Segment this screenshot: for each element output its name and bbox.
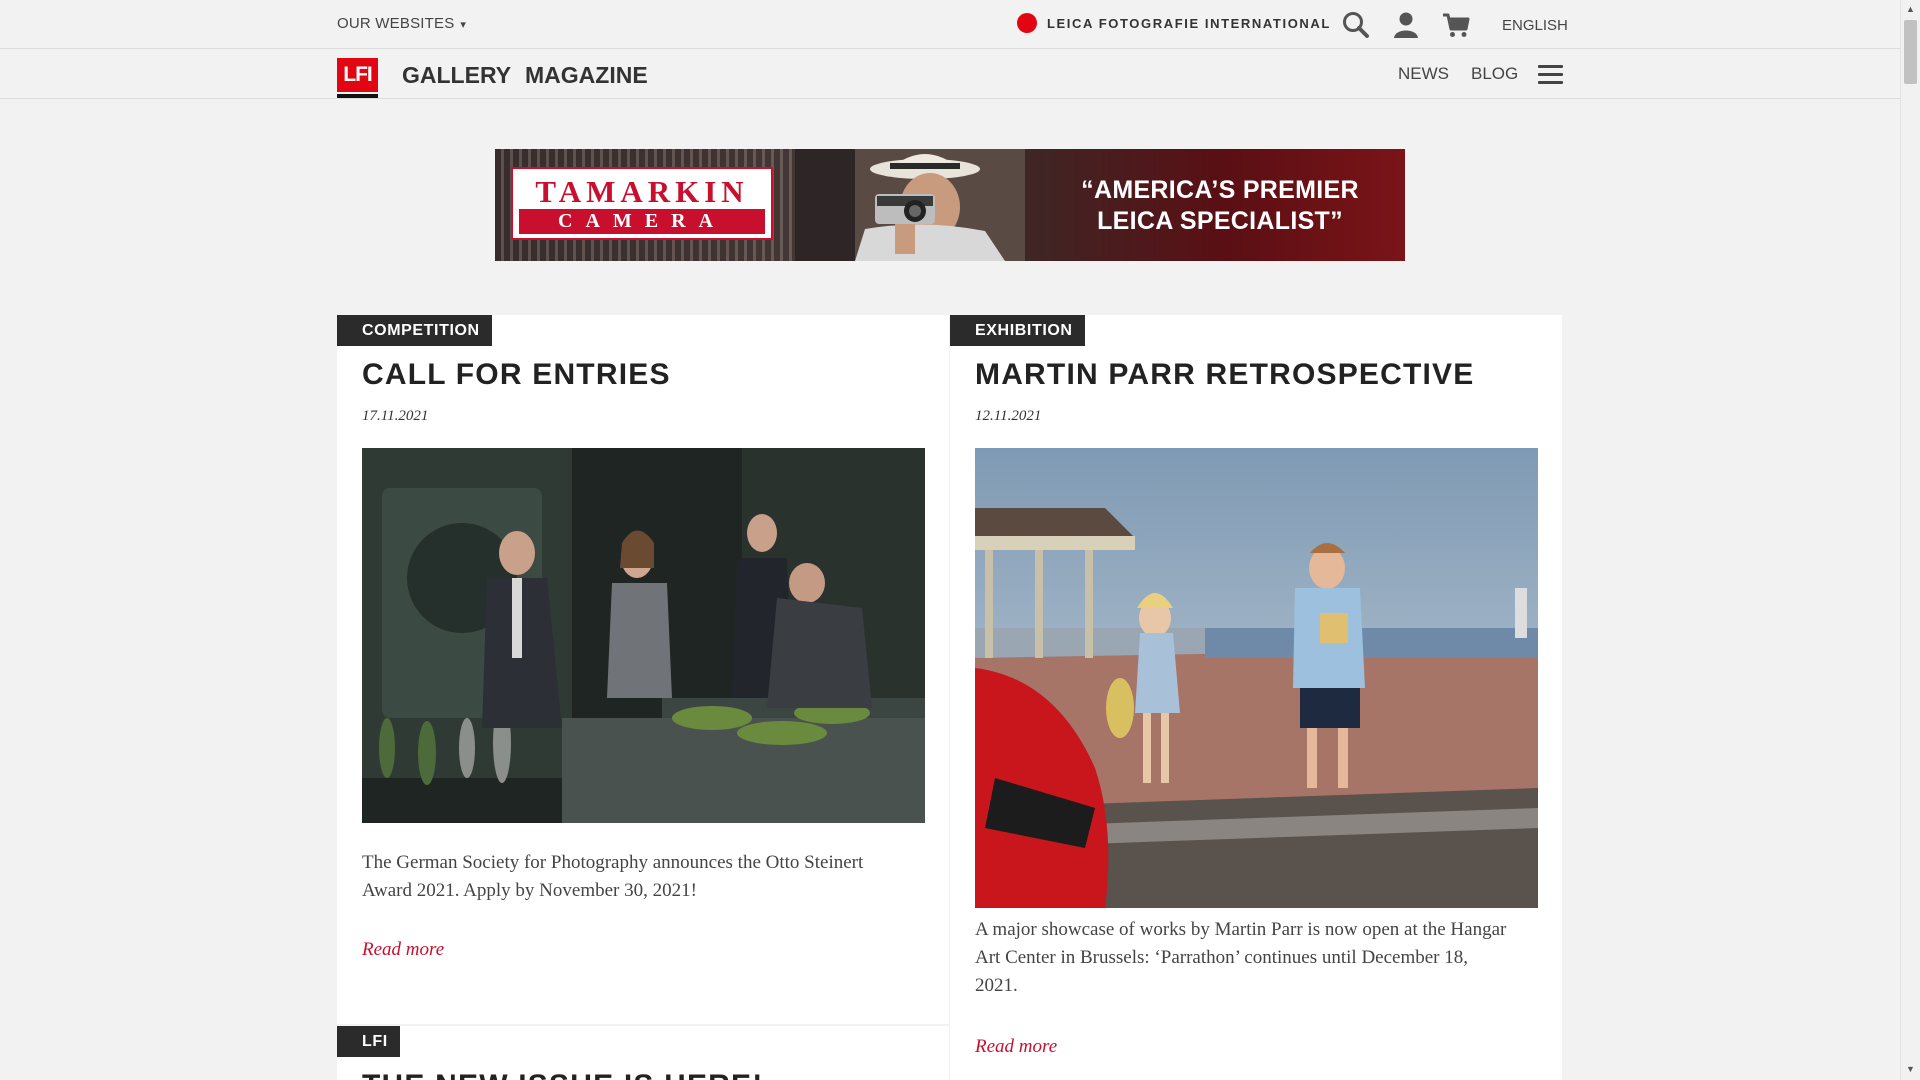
lfi-international-label: LEICA FOTOGRAFIE INTERNATIONAL bbox=[1047, 15, 1331, 31]
article-excerpt: A major showcase of works by Martin Parr… bbox=[975, 919, 1507, 996]
article-title[interactable]: THE NEW ISSUE IS HERE! bbox=[362, 1069, 763, 1080]
chevron-down-icon: ▾ bbox=[460, 19, 467, 31]
banner-slogan: “AMERICA’S PREMIER LEICA SPECIALIST” bbox=[1055, 175, 1385, 237]
read-more-link[interactable]: Read more bbox=[975, 1036, 1057, 1058]
read-more-link[interactable]: Read more bbox=[362, 939, 444, 961]
photographer-image bbox=[795, 149, 1025, 261]
lfi-logo[interactable]: LFI bbox=[337, 58, 378, 99]
ad-banner[interactable]: TAMARKIN CAMERA “AMERICA’S PREMIER LEICA… bbox=[495, 149, 1405, 261]
scroll-down-icon[interactable]: ▼ bbox=[1906, 1064, 1915, 1074]
language-selector[interactable]: ENGLISH bbox=[1502, 17, 1568, 34]
lfi-international-link[interactable]: LEICA FOTOGRAFIE INTERNATIONAL bbox=[1017, 13, 1331, 33]
search-icon[interactable] bbox=[1341, 10, 1371, 40]
our-websites-dropdown[interactable]: OUR WEBSITES ▾ bbox=[337, 15, 466, 32]
article-title[interactable]: MARTIN PARR RETROSPECTIVE bbox=[975, 358, 1474, 392]
scrollbar-thumb[interactable] bbox=[1904, 20, 1917, 84]
nav-blog[interactable]: BLOG bbox=[1471, 64, 1518, 84]
article-image[interactable] bbox=[975, 448, 1538, 908]
article-date: 17.11.2021 bbox=[362, 408, 429, 424]
hamburger-menu-icon[interactable] bbox=[1538, 65, 1563, 85]
logo-underline bbox=[337, 94, 378, 98]
top-bar: OUR WEBSITES ▾ LEICA FOTOGRAFIE INTERNATI… bbox=[0, 0, 1900, 49]
article-date: 12.11.2021 bbox=[975, 408, 1042, 424]
category-tag[interactable]: EXHIBITION bbox=[950, 315, 1085, 346]
nav-gallery[interactable]: GALLERY bbox=[402, 62, 511, 89]
tamarkin-brand-bottom: CAMERA bbox=[519, 209, 765, 234]
tamarkin-brand-top: TAMARKIN bbox=[535, 174, 749, 209]
scroll-up-icon[interactable]: ▲ bbox=[1906, 4, 1915, 14]
nav-magazine[interactable]: MAGAZINE bbox=[525, 62, 648, 89]
slogan-line-1: “AMERICA’S PREMIER bbox=[1081, 176, 1359, 204]
slogan-line-2: LEICA SPECIALIST” bbox=[1097, 207, 1343, 235]
main-nav: LFI GALLERY MAGAZINE NEWS BLOG bbox=[0, 50, 1900, 99]
article-card-3: LFI THE NEW ISSUE IS HERE! bbox=[337, 1026, 949, 1080]
user-icon[interactable] bbox=[1391, 10, 1421, 40]
tamarkin-logo: TAMARKIN CAMERA bbox=[511, 167, 773, 240]
category-tag[interactable]: COMPETITION bbox=[337, 315, 492, 346]
our-websites-label: OUR WEBSITES bbox=[337, 15, 455, 32]
category-tag[interactable]: LFI bbox=[337, 1026, 400, 1057]
article-image[interactable] bbox=[362, 448, 925, 823]
article-title[interactable]: CALL FOR ENTRIES bbox=[362, 358, 671, 392]
cart-icon[interactable] bbox=[1441, 10, 1471, 40]
article-card-2: EXHIBITION MARTIN PARR RETROSPECTIVE 12.… bbox=[950, 315, 1562, 1080]
leica-dot-icon bbox=[1017, 13, 1037, 33]
nav-news[interactable]: NEWS bbox=[1398, 64, 1449, 84]
article-card-1: COMPETITION CALL FOR ENTRIES 17.11.2021 … bbox=[337, 315, 949, 1024]
lfi-logo-text: LFI bbox=[337, 58, 378, 92]
article-excerpt: The German Society for Photography annou… bbox=[362, 852, 864, 901]
page-scrollbar[interactable]: ▲ ▼ bbox=[1900, 0, 1920, 1080]
